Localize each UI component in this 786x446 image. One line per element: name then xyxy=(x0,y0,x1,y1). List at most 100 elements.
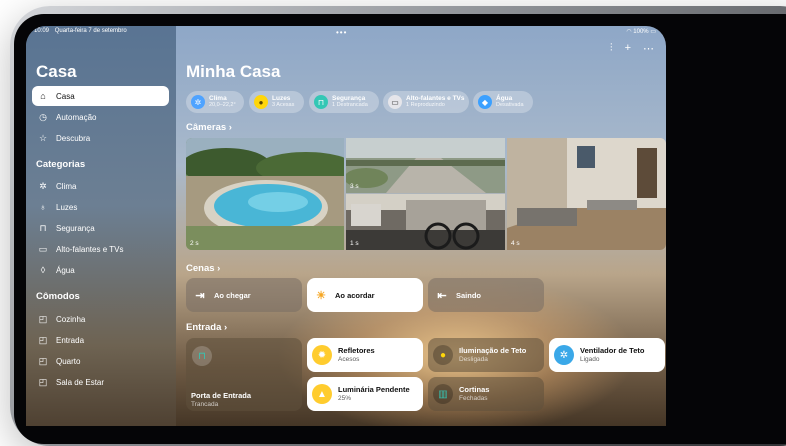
accessory-state: 25% xyxy=(338,394,352,402)
sidebar-item-cozinha[interactable]: ◰ Cozinha xyxy=(32,309,169,329)
sidebar-item-label: Quarto xyxy=(56,356,81,366)
page-title: Minha Casa xyxy=(186,62,281,81)
add-icon[interactable]: + xyxy=(625,42,631,55)
room-icon: ◰ xyxy=(38,334,48,345)
camera-timestamp: 4 s xyxy=(511,240,520,247)
lock-icon: ⊓ xyxy=(39,222,47,233)
tv-speaker-icon: ▭ xyxy=(388,95,402,109)
sidebar-title: Casa xyxy=(36,62,77,81)
sidebar-item-sala-de-estar[interactable]: ◰ Sala de Estar xyxy=(32,372,169,392)
drop-icon: ◆ xyxy=(478,95,492,109)
scene-ao-chegar[interactable]: ⇥ Ao chegar xyxy=(186,278,302,312)
accessory-name: Ventilador de Teto xyxy=(580,345,645,355)
scenes-heading[interactable]: Cenas › xyxy=(186,263,220,274)
sidebar-item-label: Segurança xyxy=(56,223,95,233)
sidebar-item-label: Cozinha xyxy=(56,314,86,324)
house-icon: ⌂ xyxy=(40,91,46,101)
sidebar-item-label: Automação xyxy=(56,112,97,122)
accessory-iluminacao-de-teto[interactable]: ● Iluminação de Teto Desligada xyxy=(428,338,544,372)
walk-in-icon: ⇥ xyxy=(195,289,205,302)
cameras-heading[interactable]: Câmeras › xyxy=(186,122,232,133)
pill-subtitle: 1 Reproduzindo xyxy=(406,101,445,108)
sidebar-item-automacao[interactable]: ◷ Automação xyxy=(32,107,169,127)
sunrise-icon: ☀ xyxy=(316,289,326,302)
multitasking-dots[interactable]: ••• xyxy=(336,28,347,37)
chevron-right-icon: › xyxy=(228,122,232,133)
sidebar-item-clima[interactable]: ✲ Clima xyxy=(32,176,169,196)
lightbulb-icon: ● xyxy=(433,345,453,365)
battery-icon: ▭ xyxy=(650,29,656,35)
accessory-state: Acesos xyxy=(338,355,360,363)
lock-icon: ⊓ xyxy=(192,346,212,366)
accessory-name: Refletores xyxy=(338,345,375,355)
sidebar-item-luzes[interactable]: ♁ Luzes xyxy=(32,197,169,217)
camera-feed-pool xyxy=(186,138,344,250)
camera-timestamp: 3 s xyxy=(350,183,359,190)
status-bar-right: ◠ 100% ▭ xyxy=(626,28,656,35)
sidebar-item-agua[interactable]: ◊ Água xyxy=(32,260,169,280)
star-icon: ☆ xyxy=(38,132,48,143)
categories-heading: Categorias xyxy=(36,159,86,170)
accessory-cortinas[interactable]: ▥ Cortinas Fechadas xyxy=(428,377,544,411)
fan-icon: ✲ xyxy=(554,345,574,365)
more-icon[interactable]: ⋯ xyxy=(643,42,654,55)
camera-feed-garage xyxy=(346,194,505,250)
accessory-state: Fechadas xyxy=(459,394,488,402)
sidebar-item-label: Descubra xyxy=(56,133,91,143)
sidebar-item-casa[interactable]: ⌂ Casa xyxy=(32,86,169,106)
pill-subtitle: 3 Acesas xyxy=(272,101,295,108)
lightbulb-icon: ● xyxy=(254,95,268,109)
tv-speaker-icon: ▭ xyxy=(38,243,48,254)
scene-ao-acordar[interactable]: ☀ Ao acordar xyxy=(307,278,423,312)
accessory-name: Porta de Entrada xyxy=(191,391,252,400)
sidebar-item-entrada[interactable]: ◰ Entrada xyxy=(32,330,169,350)
sidebar-item-label: Casa xyxy=(56,91,75,101)
fan-icon: ✲ xyxy=(191,95,205,109)
status-pill-clima[interactable]: ✲ Clima 20,0–22,2° xyxy=(186,91,244,113)
accessory-ventilador-de-teto[interactable]: ✲ Ventilador de Teto Ligado xyxy=(549,338,665,372)
cameras-heading-label: Câmeras xyxy=(186,122,227,133)
status-pill-seguranca[interactable]: ⊓ Segurança 1 Destrancada xyxy=(309,91,379,113)
camera-feed-driveway xyxy=(346,138,505,193)
scenes-heading-label: Cenas xyxy=(186,263,215,274)
chevron-right-icon: › xyxy=(217,263,221,274)
status-pill-agua[interactable]: ◆ Água Desativada xyxy=(473,91,533,113)
battery-percent: 100% xyxy=(633,29,649,35)
scene-label: Ao acordar xyxy=(335,290,375,300)
room-heading[interactable]: Entrada › xyxy=(186,322,227,333)
accessory-name: Cortinas xyxy=(459,384,490,394)
sidebar-item-label: Clima xyxy=(56,181,77,191)
accessory-luminaria-pendente[interactable]: ▲ Luminária Pendente 25% xyxy=(307,377,423,411)
sidebar: 10:09 Quarta-feira 7 de setembro Casa ⌂ … xyxy=(26,26,176,426)
camera-feed-living-room xyxy=(507,138,666,250)
accessory-state: Ligado xyxy=(580,355,600,363)
rooms-heading: Cômodos xyxy=(36,291,80,302)
sidebar-item-alto-falantes[interactable]: ▭ Alto-falantes e TVs xyxy=(32,239,169,259)
intercom-waveform-icon[interactable]: ⫶ xyxy=(610,42,613,55)
camera-tile-garage[interactable]: 1 s xyxy=(346,194,505,250)
sidebar-item-label: Luzes xyxy=(56,202,78,212)
camera-timestamp: 2 s xyxy=(190,240,199,247)
sidebar-item-quarto[interactable]: ◰ Quarto xyxy=(32,351,169,371)
pill-subtitle: Desativada xyxy=(496,101,524,108)
camera-tile-driveway[interactable]: 3 s xyxy=(346,138,505,193)
accessory-state: Desligada xyxy=(459,355,488,363)
status-bar-left: 10:09 Quarta-feira 7 de setembro xyxy=(34,28,131,34)
wifi-icon: ◠ xyxy=(626,29,632,35)
camera-tile-pool[interactable]: 2 s xyxy=(186,138,344,250)
sidebar-item-label: Água xyxy=(56,265,75,275)
scene-saindo[interactable]: ⇤ Saindo xyxy=(428,278,544,312)
scene-label: Saindo xyxy=(456,290,482,300)
status-pill-alto-falantes[interactable]: ▭ Alto-falantes e TVs 1 Reproduzindo xyxy=(383,91,469,113)
camera-timestamp: 1 s xyxy=(350,240,359,247)
sidebar-item-seguranca[interactable]: ⊓ Segurança xyxy=(32,218,169,238)
sidebar-item-descubra[interactable]: ☆ Descubra xyxy=(32,128,169,148)
accessory-name: Luminária Pendente xyxy=(338,384,410,394)
chevron-right-icon: › xyxy=(224,322,228,333)
drop-icon: ◊ xyxy=(40,265,46,275)
status-pill-luzes[interactable]: ● Luzes 3 Acesas xyxy=(249,91,304,113)
accessory-porta-de-entrada[interactable]: ⊓ Porta de Entrada Trancada xyxy=(186,338,302,411)
accessory-refletores[interactable]: ✹ Refletores Acesos xyxy=(307,338,423,372)
lightbulb-icon: ♁ xyxy=(39,202,47,212)
camera-tile-living-room[interactable]: 4 s xyxy=(507,138,666,250)
